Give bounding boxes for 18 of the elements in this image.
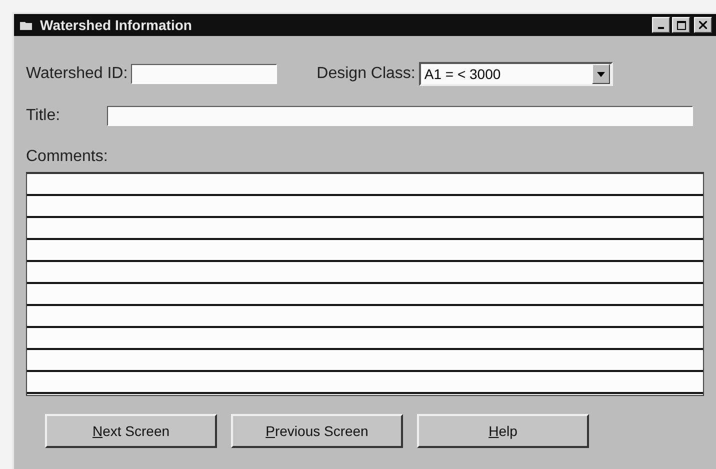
maximize-button[interactable] — [672, 17, 690, 33]
watershed-id-field[interactable] — [130, 64, 277, 84]
field-label: Design Class: — [316, 65, 416, 83]
design-class-dropdown[interactable]: A1 = < 3000 — [419, 62, 614, 86]
maximize-icon — [676, 20, 686, 30]
comments-field[interactable] — [26, 172, 704, 396]
field-label: Title: — [26, 107, 60, 125]
action-button[interactable]: Next Screen — [45, 414, 217, 448]
window-title: Watershed Information — [40, 17, 193, 33]
window-icon — [20, 20, 32, 30]
minimize-button[interactable] — [652, 17, 670, 33]
close-icon — [699, 21, 707, 29]
action-button[interactable]: Previous Screen — [231, 414, 403, 448]
field-label: Watershed ID: — [26, 65, 128, 83]
action-button[interactable]: Help — [417, 414, 589, 448]
title-field[interactable] — [107, 106, 694, 126]
close-button[interactable] — [694, 17, 712, 33]
field-label: Comments: — [26, 148, 109, 166]
